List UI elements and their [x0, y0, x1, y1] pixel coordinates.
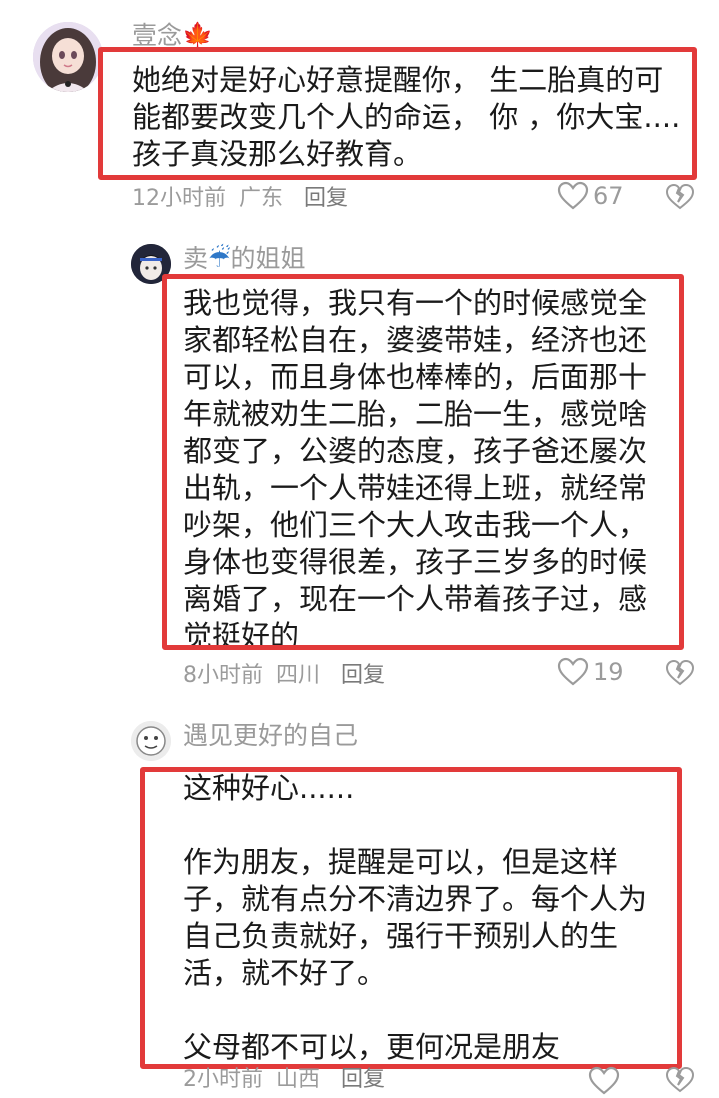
dislike-button[interactable]: [665, 1066, 695, 1098]
comment-line: 觉挺好的: [183, 619, 300, 653]
comment-line: 家都轻松自在，婆婆带娃，经济也还: [183, 323, 648, 357]
comment-body: 她绝对是好心好意提醒你， 生二胎真的可 能都要改变几个人的命运， 你 ，你大宝.…: [132, 62, 680, 173]
avatar[interactable]: [131, 721, 171, 761]
username-text: 的姐姐: [230, 244, 306, 273]
comment-meta: 2小时前 山西 回复: [183, 1066, 385, 1094]
timestamp: 2小时前: [183, 1067, 263, 1092]
comment-line: 父母都不可以，更何况是朋友: [183, 1030, 561, 1064]
comment-line: 自己负责就好，强行干预别人的生: [183, 919, 619, 953]
comment-username[interactable]: 遇见更好的自己: [183, 720, 358, 752]
reply-button[interactable]: 回复: [341, 1067, 385, 1092]
dislike-button[interactable]: [665, 183, 695, 215]
location: 山西: [276, 1067, 321, 1092]
comment-line: 可以，而且身体也棒棒的，后面那十: [183, 360, 648, 394]
heart-icon: [557, 657, 589, 686]
heart-icon: [588, 1066, 620, 1095]
comment-line: 都变了，公婆的态度，孩子爸还屡次: [183, 434, 648, 468]
comment-line: 孩子真没那么好教育。: [132, 137, 423, 171]
comment-line: 吵架，他们三个大人攻击我一个人，: [183, 508, 648, 542]
comment-line: 出轨，一个人带娃还得上班，就经常: [183, 471, 648, 505]
comment-line: 离婚了，现在一个人带着孩子过，感: [183, 582, 648, 616]
comment-line: 这种好心......: [183, 771, 355, 805]
username-text: 壹念: [132, 21, 183, 50]
avatar[interactable]: [33, 22, 103, 92]
dislike-button[interactable]: [665, 659, 695, 691]
location: 四川: [276, 663, 321, 688]
like-button[interactable]: 67: [557, 181, 624, 211]
comment-line: 我也觉得，我只有一个的时候感觉全: [183, 286, 648, 320]
comment-username[interactable]: 壹念🍁: [132, 20, 213, 52]
comment-meta: 12小时前 广东 回复: [132, 185, 348, 213]
comment-body: 我也觉得，我只有一个的时候感觉全 家都轻松自在，婆婆带娃，经济也还 可以，而且身…: [183, 285, 647, 655]
broken-heart-icon: [665, 1066, 695, 1093]
comment-line: 年就被劝生二胎，二胎一生，感觉啥: [183, 397, 648, 431]
timestamp: 12小时前: [132, 186, 226, 211]
maple-leaf-emoji: 🍁: [182, 21, 214, 50]
comment-username[interactable]: 卖☔的姐姐: [183, 243, 305, 275]
comment-body: 这种好心...... 作为朋友，提醒是可以，但是这样 子，就有点分不清边界了。每…: [183, 770, 647, 1066]
umbrella-emoji: ☔: [208, 244, 231, 273]
comment-line: 她绝对是好心好意提醒你， 生二胎真的可: [132, 63, 664, 97]
comment-line: 身体也变得很差，孩子三岁多的时候: [183, 545, 648, 579]
location: 广东: [239, 186, 284, 211]
reply-button[interactable]: 回复: [304, 186, 348, 211]
reply-button[interactable]: 回复: [341, 663, 385, 688]
username-text: 遇见更好的自己: [183, 721, 359, 750]
timestamp: 8小时前: [183, 663, 263, 688]
comment-line: 活，就不好了。: [183, 956, 387, 990]
broken-heart-icon: [665, 183, 695, 210]
like-count: 19: [593, 658, 624, 686]
comment-line: 子，就有点分不清边界了。每个人为: [183, 882, 648, 916]
like-button[interactable]: [588, 1066, 624, 1096]
avatar[interactable]: [131, 244, 171, 284]
like-count: 67: [593, 182, 624, 210]
comment-line: 能都要改变几个人的命运， 你 ，你大宝....: [132, 100, 681, 134]
comment-line: 作为朋友，提醒是可以，但是这样: [183, 845, 619, 879]
heart-icon: [557, 181, 589, 210]
username-text: 卖: [183, 244, 209, 273]
comment-meta: 8小时前 四川 回复: [183, 662, 385, 690]
like-button[interactable]: 19: [557, 657, 624, 687]
broken-heart-icon: [665, 659, 695, 686]
